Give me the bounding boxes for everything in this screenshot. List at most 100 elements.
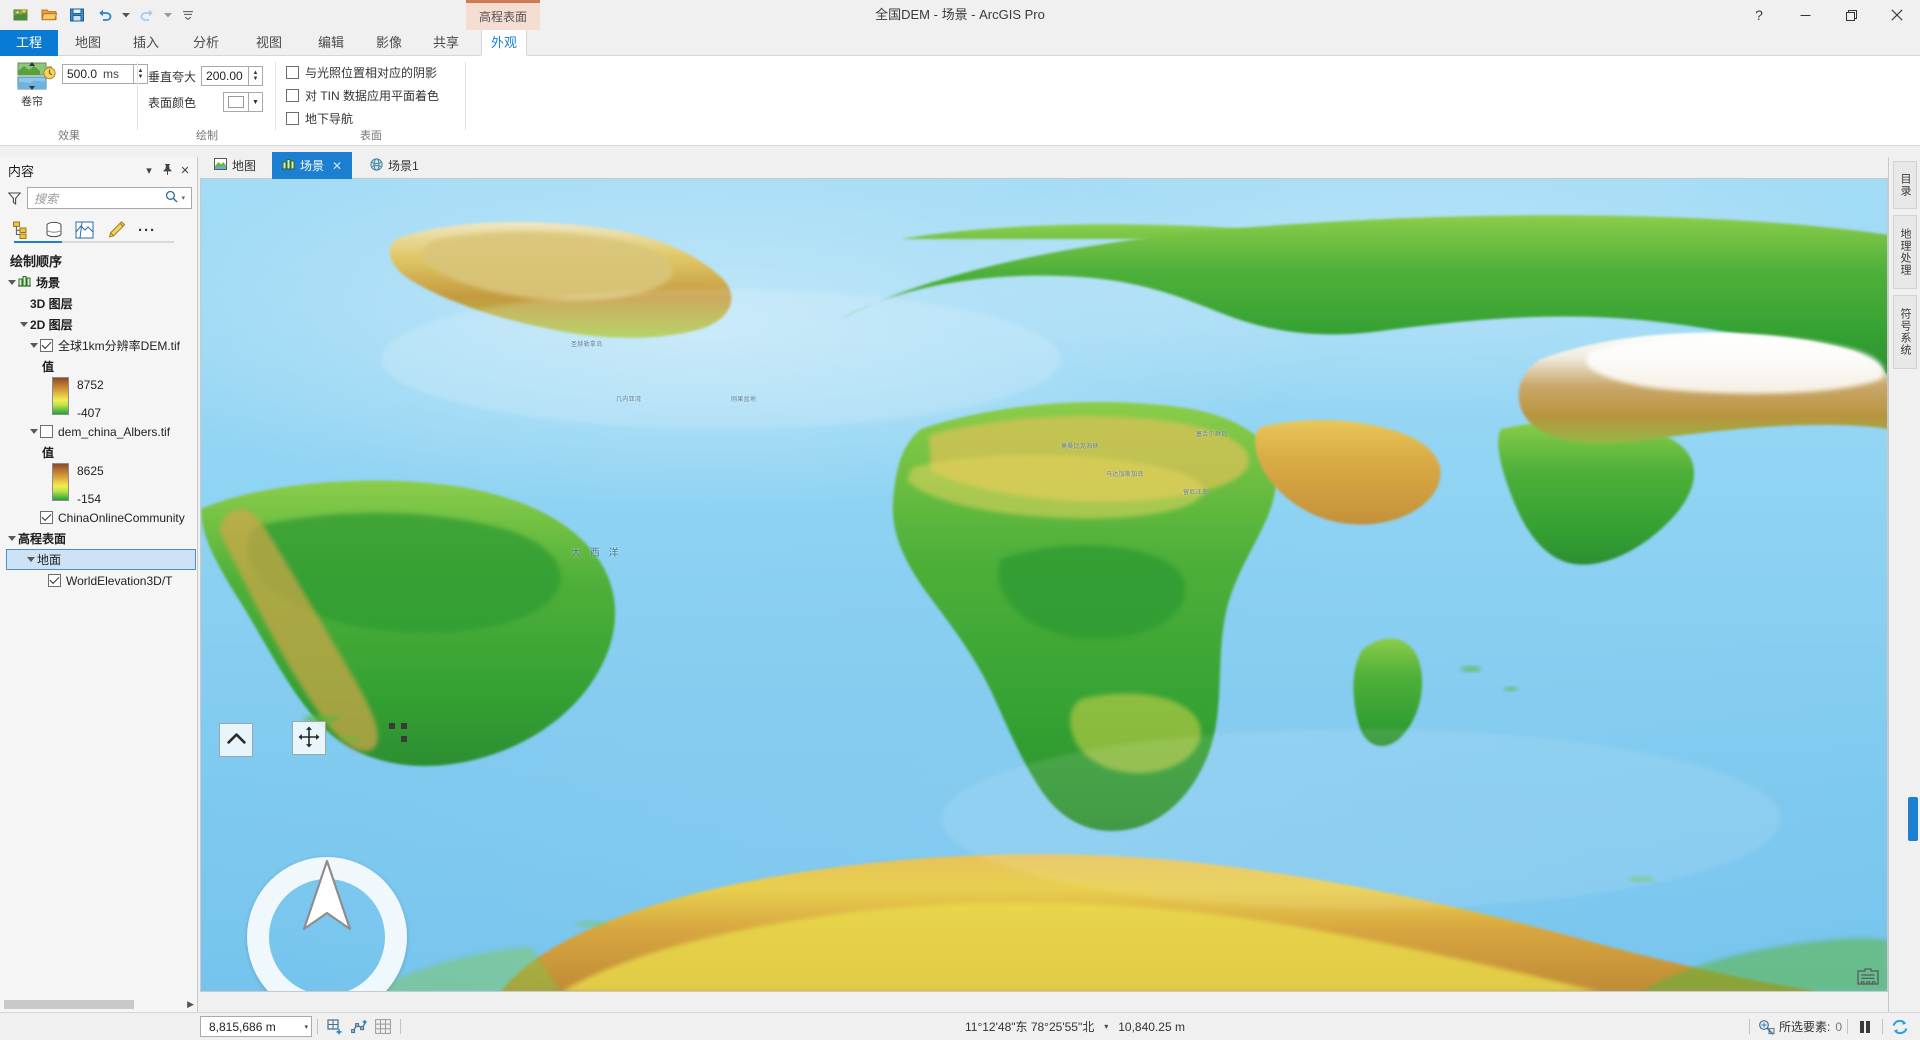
scene-view[interactable]: 大 西 洋 圣赫勒拿岛 几内亚湾 刚果盆地 马达加斯加岛 莫桑比克海峡 塞舌尔群… <box>200 179 1888 992</box>
list-by-draw-order-icon[interactable] <box>12 219 34 241</box>
tree-item-field-value-1: 值 <box>0 356 198 377</box>
coordinates-caret-icon[interactable]: ▾ <box>1104 1022 1108 1031</box>
contents-pane-pin-icon[interactable] <box>158 163 176 178</box>
legend-max-value-1: 8752 <box>77 378 104 392</box>
tree-item-layer-china-online[interactable]: ChinaOnlineCommunity <box>0 507 198 528</box>
swipe-duration-input[interactable]: 500.0 ms <box>62 64 134 84</box>
subsurface-navigation-checkbox-row[interactable]: 地下导航 <box>286 110 439 127</box>
list-by-selection-icon[interactable] <box>74 219 96 241</box>
pan-navigate-button[interactable] <box>292 721 326 755</box>
navigate-up-button[interactable] <box>219 723 253 757</box>
scene-navigator[interactable] <box>247 857 407 991</box>
tin-flat-shading-checkbox-row[interactable]: 对 TIN 数据应用平面着色 <box>286 87 439 104</box>
tab-map[interactable]: 地图 <box>62 30 114 56</box>
contents-tool-tab-underline <box>14 241 174 243</box>
view-tab-map-label: 地图 <box>232 159 257 173</box>
shadows-checkbox[interactable] <box>286 66 299 79</box>
close-button[interactable] <box>1874 0 1920 30</box>
tree-label-china-online: ChinaOnlineCommunity <box>58 510 185 525</box>
right-dock-resize-grip[interactable] <box>1908 797 1918 841</box>
shadows-checkbox-row[interactable]: 与光照位置相对应的阴影 <box>286 64 439 81</box>
tab-edit[interactable]: 编辑 <box>305 30 357 56</box>
search-icon[interactable] <box>165 190 178 206</box>
tree-item-2d-layers[interactable]: 2D 图层 <box>0 314 198 335</box>
expand-caret-icon[interactable] <box>25 557 37 562</box>
subsurface-navigation-checkbox[interactable] <box>286 112 299 125</box>
tab-appearance[interactable]: 外观 <box>481 30 527 56</box>
tab-insert[interactable]: 插入 <box>120 30 172 56</box>
minimize-button[interactable] <box>1782 0 1828 30</box>
view-tab-map[interactable]: 地图 <box>204 152 266 179</box>
scroll-right-icon[interactable]: ▶ <box>187 999 194 1010</box>
expand-caret-icon[interactable] <box>18 322 30 327</box>
list-by-data-source-icon[interactable] <box>43 219 65 241</box>
contents-pane-close-icon[interactable]: ✕ <box>176 164 194 177</box>
map-scale-caret-icon[interactable]: ▾ <box>296 1023 308 1031</box>
grid-icon[interactable] <box>371 1016 395 1038</box>
contents-search-box[interactable]: 搜索 ▾ <box>27 187 192 209</box>
tree-item-ground-surface[interactable]: 地面 <box>6 549 196 570</box>
surface-color-swatch[interactable] <box>223 92 250 112</box>
view-tab-scene1[interactable]: 场景1 <box>360 152 429 179</box>
vertical-exaggeration-input[interactable]: 200.00 <box>201 66 250 86</box>
measure-icon[interactable] <box>347 1016 371 1038</box>
redo-icon[interactable] <box>134 3 160 27</box>
overview-map-icon[interactable] <box>1855 965 1881 987</box>
map-scale-box[interactable]: 8,815,686 m ▾ <box>200 1016 312 1037</box>
arcgis-pro-window: 全国DEM - 场景 - ArcGIS Pro 高程表面 ? 工程 地图 插入 … <box>0 0 1920 1040</box>
tree-item-field-value-2: 值 <box>0 442 198 463</box>
tab-view[interactable]: 视图 <box>243 30 295 56</box>
layer-visibility-checkbox[interactable] <box>40 511 53 524</box>
tab-analysis[interactable]: 分析 <box>180 30 232 56</box>
right-tab-catalog[interactable]: 目录 <box>1893 161 1917 209</box>
expand-caret-icon[interactable] <box>6 536 18 541</box>
tab-imagery[interactable]: 影像 <box>363 30 415 56</box>
layer-visibility-checkbox[interactable] <box>40 425 53 438</box>
tree-item-elevation-surfaces[interactable]: 高程表面 <box>0 528 198 549</box>
pause-drawing-icon[interactable] <box>1853 1016 1877 1038</box>
surface-color-dropdown-icon[interactable]: ▼ <box>249 92 264 112</box>
contents-pane-title: 内容 <box>8 163 35 179</box>
tab-share[interactable]: 共享 <box>420 30 472 56</box>
new-project-icon[interactable] <box>8 3 34 27</box>
selection-icon[interactable] <box>1755 1016 1779 1038</box>
tree-item-world-elevation[interactable]: WorldElevation3D/T <box>0 570 198 591</box>
color-ramp-swatch <box>52 377 69 415</box>
north-needle-icon <box>302 859 352 931</box>
tree-item-layer-dem-china[interactable]: dem_china_Albers.tif <box>0 421 198 442</box>
maximize-button[interactable] <box>1828 0 1874 30</box>
undo-icon[interactable] <box>92 3 118 27</box>
search-options-caret-icon[interactable]: ▾ <box>178 194 188 202</box>
list-by-editing-icon[interactable] <box>105 219 127 241</box>
layer-visibility-checkbox[interactable] <box>40 339 53 352</box>
tab-project[interactable]: 工程 <box>0 30 58 56</box>
view-tab-scene[interactable]: 场景 ✕ <box>272 152 353 179</box>
customize-quick-access-icon[interactable] <box>180 3 196 27</box>
contents-pane-header: 内容 ▾ ✕ <box>0 157 198 183</box>
refresh-icon[interactable] <box>1888 1016 1912 1038</box>
view-tab-scene-close-icon[interactable]: ✕ <box>332 159 342 173</box>
tree-item-3d-layers[interactable]: 3D 图层 <box>0 293 198 314</box>
tree-item-scene[interactable]: 场景 <box>0 272 198 293</box>
more-options-icon[interactable]: ··· <box>136 219 158 241</box>
undo-dropdown-icon[interactable] <box>120 3 132 27</box>
ribbon-group-effects: 卷帘 500.0 ms ▲ ▼ 效果 <box>0 56 148 146</box>
vertical-exaggeration-stepper[interactable]: ▲ ▼ <box>249 66 264 86</box>
tree-label-world-elevation: WorldElevation3D/T <box>66 573 173 588</box>
right-tab-geoprocessing[interactable]: 地理处理 <box>1893 215 1917 289</box>
filter-icon[interactable] <box>6 191 22 205</box>
open-project-icon[interactable] <box>36 3 62 27</box>
expand-caret-icon[interactable] <box>28 429 40 434</box>
contents-horizontal-scrollbar[interactable]: ▶ <box>4 998 194 1010</box>
right-tab-symbology[interactable]: 符号系统 <box>1893 295 1917 369</box>
layer-visibility-checkbox[interactable] <box>48 574 61 587</box>
add-bookmark-icon[interactable] <box>323 1016 347 1038</box>
tin-flat-shading-checkbox[interactable] <box>286 89 299 102</box>
redo-dropdown-icon[interactable] <box>162 3 174 27</box>
contents-pane-menu-icon[interactable]: ▾ <box>140 164 158 177</box>
help-button[interactable]: ? <box>1736 0 1782 30</box>
expand-caret-icon[interactable] <box>6 280 18 285</box>
expand-caret-icon[interactable] <box>28 343 40 348</box>
save-project-icon[interactable] <box>64 3 90 27</box>
tree-item-layer-global-dem[interactable]: 全球1km分辨率DEM.tif <box>0 335 198 356</box>
